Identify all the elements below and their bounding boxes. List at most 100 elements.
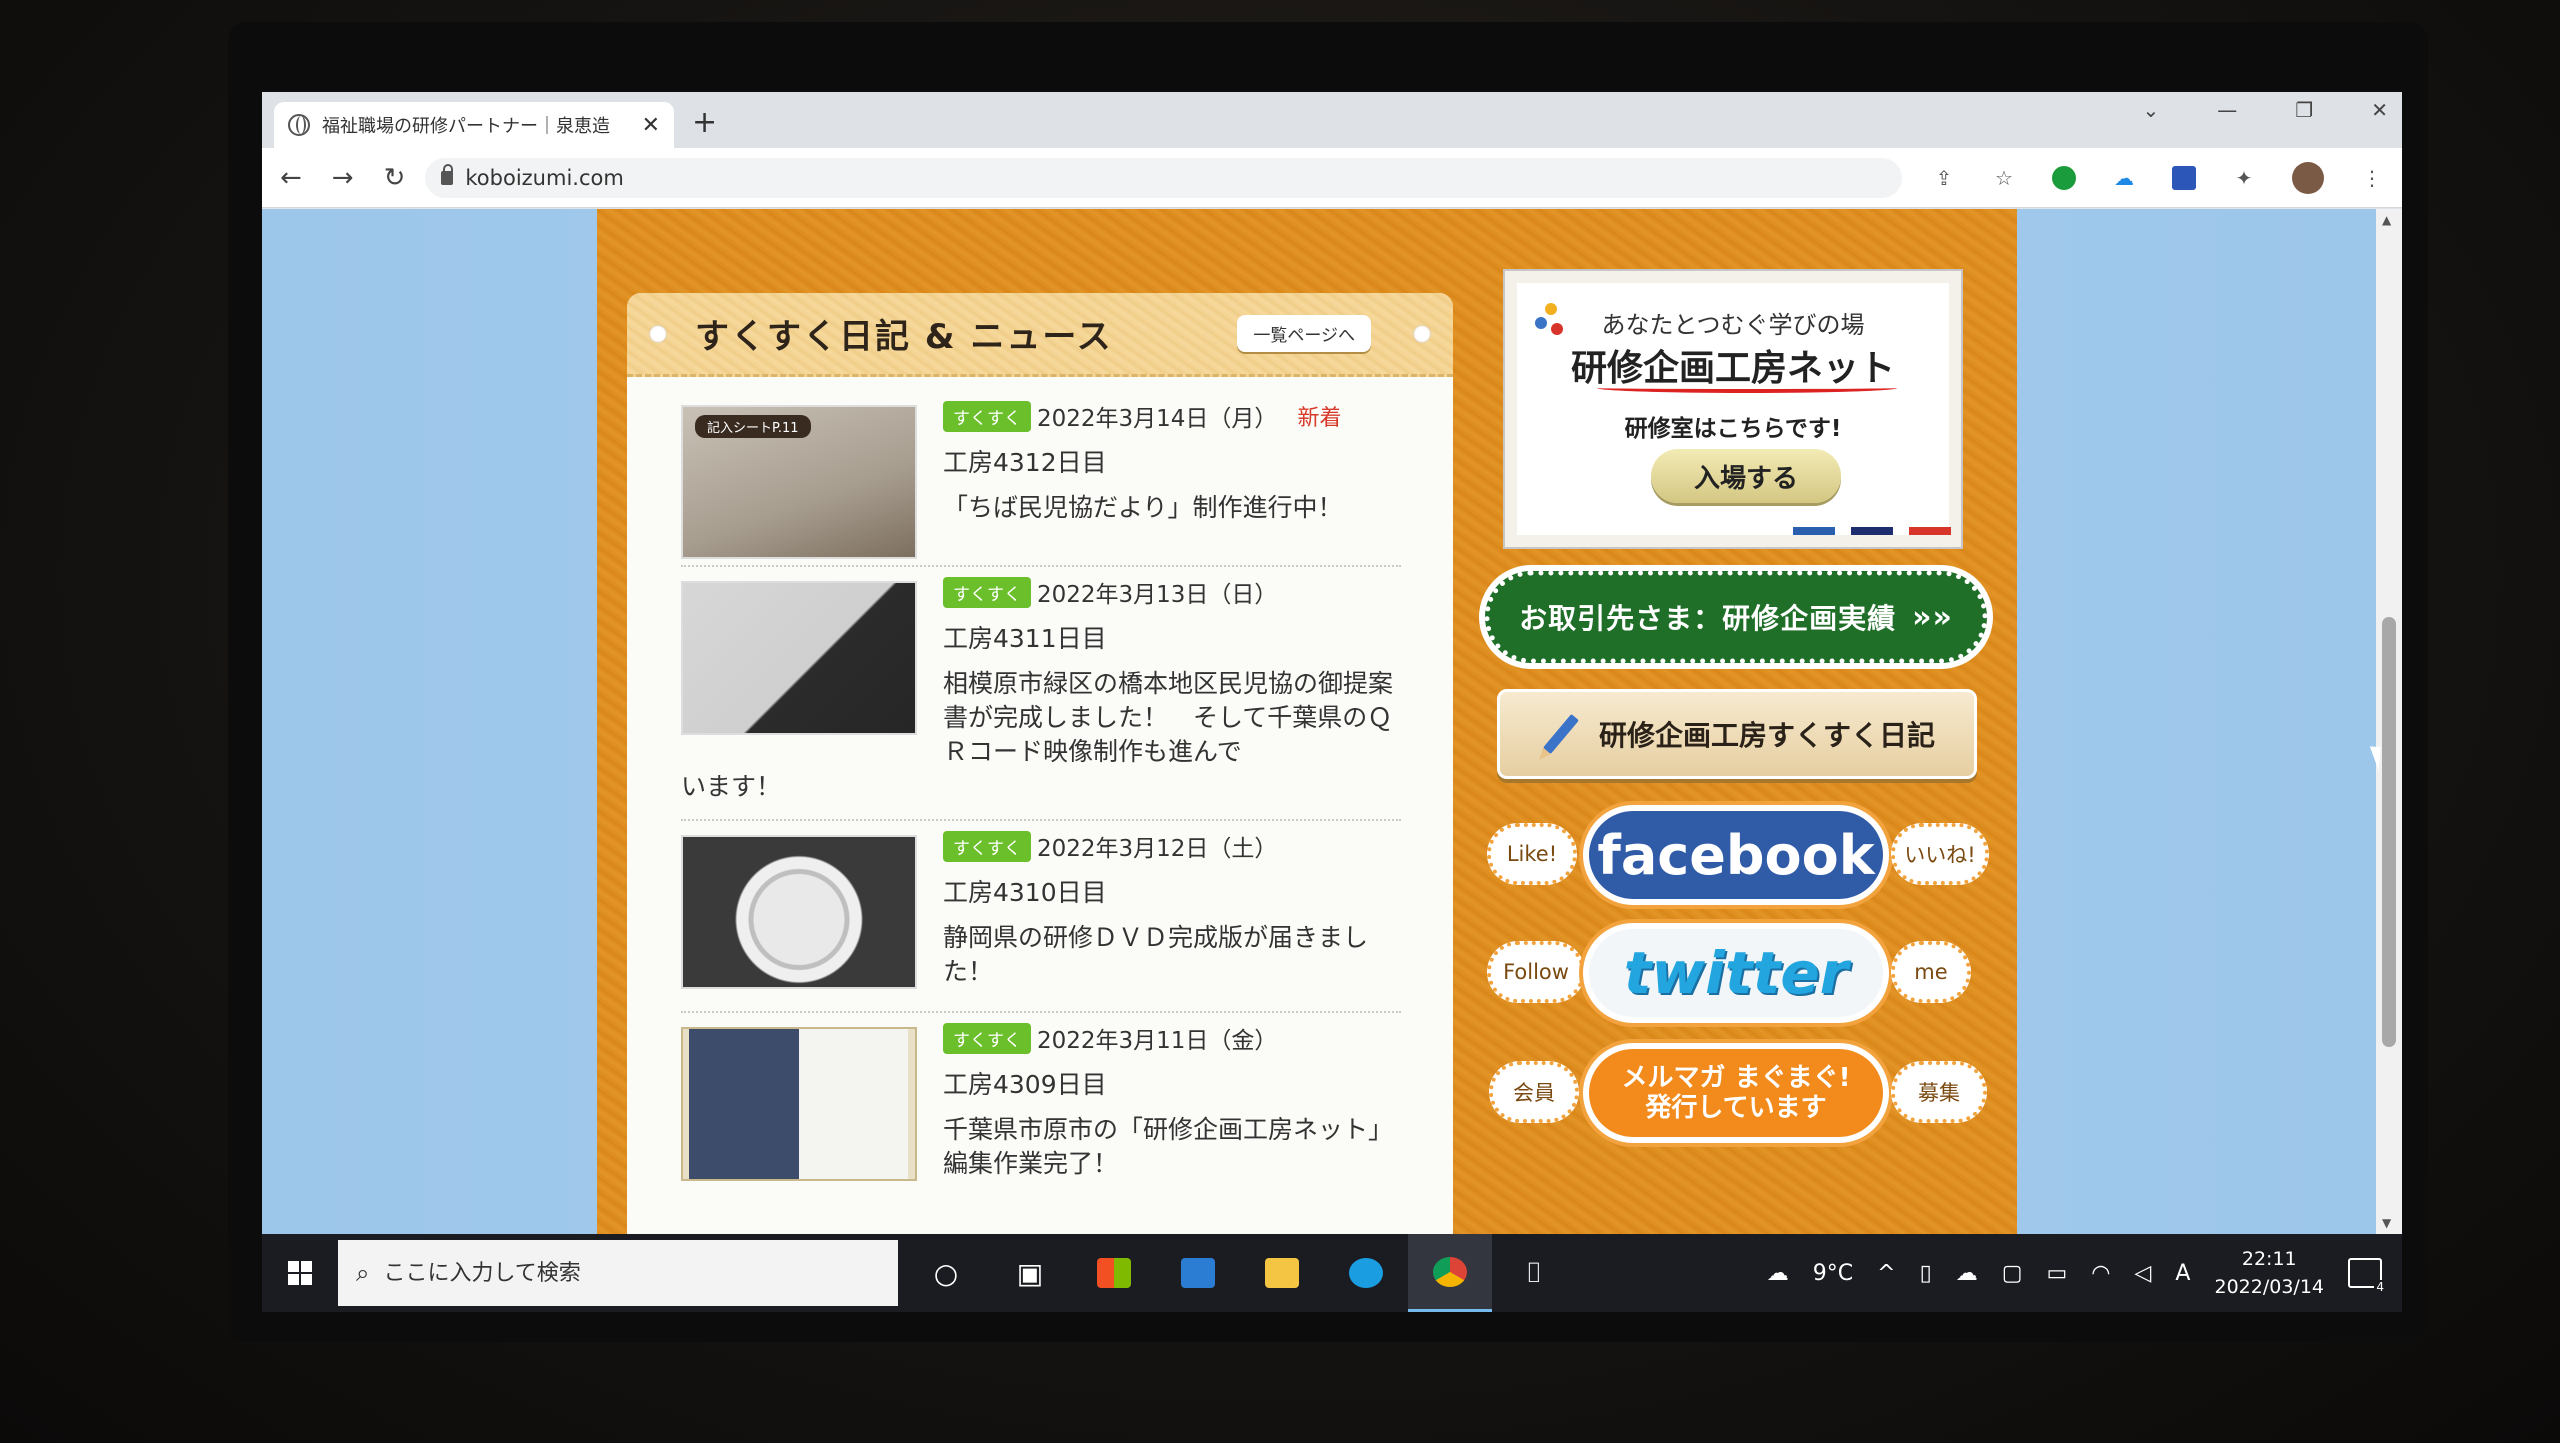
globe-icon	[288, 114, 310, 136]
news-more-button[interactable]: 一覧ページへ	[1237, 315, 1371, 352]
category-badge[interactable]: すくすく	[943, 400, 1031, 432]
news-count-link[interactable]: 工房4312日目	[943, 443, 1107, 479]
news-date: 2022年3月14日（月）	[1037, 406, 1278, 432]
system-tray: ☁ 9°C ^ ▯ ☁ ▢ ▭ ◠ ◁ A 22:11 2022/03/14 4	[1767, 1245, 2402, 1301]
browser-toolbar: ← → ↻ koboizumi.com ⇪ ☆ ☁ ✦ ⋮	[262, 148, 2402, 208]
news-meta: すくすく 2022年3月11日（金）	[943, 1021, 1277, 1055]
tab-search-button[interactable]: ⌄	[2143, 98, 2160, 122]
clock[interactable]: 22:11 2022/03/14	[2214, 1245, 2324, 1301]
close-window-button[interactable]: ✕	[2371, 98, 2388, 122]
new-tab-button[interactable]: +	[692, 105, 717, 140]
scroll-up-icon[interactable]: ▲	[2382, 213, 2391, 227]
mailmag-line2: 発行しています	[1645, 1093, 1827, 1123]
training-room-banner[interactable]: あなたとつむぐ学びの場 研修企画工房ネット 研修室はこちらです! 入場する	[1505, 271, 1961, 547]
windows-logo-icon	[288, 1261, 312, 1285]
edge-icon[interactable]	[1324, 1234, 1408, 1312]
enter-button[interactable]: 入場する	[1651, 449, 1841, 503]
start-button[interactable]	[262, 1234, 338, 1312]
news-item[interactable]: すくすく 2022年3月13日（日） 工房4311日目 相模原市緑区の橋本地区民…	[681, 567, 1401, 821]
minimize-button[interactable]: —	[2217, 98, 2237, 122]
news-thumbnail[interactable]: 記入シートP.11	[681, 405, 917, 559]
reload-icon[interactable]: ↻	[384, 163, 406, 193]
category-badge[interactable]: すくすく	[943, 1022, 1031, 1054]
news-title: すくすく日記 & ニュース	[695, 317, 1113, 357]
news-item[interactable]: すくすく 2022年3月11日（金） 工房4309日目 千葉県市原市の「研修企画…	[681, 1013, 1401, 1213]
browser-tab[interactable]: 福祉職場の研修パートナー｜泉恵造 ✕	[274, 102, 674, 148]
thumbnail-tag: 記入シートP.11	[695, 415, 811, 438]
url-text[interactable]: koboizumi.com	[465, 166, 623, 190]
weather-cloud-icon[interactable]: ☁	[1767, 1261, 1789, 1286]
onedrive-icon[interactable]: ☁	[1956, 1261, 1978, 1286]
battery-icon[interactable]: ▭	[2047, 1261, 2068, 1286]
bookmark-star-icon[interactable]: ☆	[1992, 166, 2016, 190]
tray-app-icon[interactable]: ▯	[1920, 1261, 1932, 1286]
menu-kebab-icon[interactable]: ⋮	[2360, 166, 2384, 190]
follow-bubble: Follow	[1487, 941, 1585, 1003]
wifi-icon[interactable]: ◠	[2091, 1261, 2110, 1286]
clients-button[interactable]: お取引先さま：研修企画実績 »»	[1485, 571, 1987, 663]
news-date: 2022年3月13日（日）	[1037, 582, 1278, 608]
forward-icon[interactable]: →	[332, 163, 354, 193]
screen: 福祉職場の研修パートナー｜泉恵造 ✕ + ⌄ — ❐ ✕ ← → ↻ koboi…	[262, 92, 2402, 1312]
back-icon[interactable]: ←	[280, 163, 302, 193]
notification-icon[interactable]: 4	[2348, 1258, 2386, 1294]
news-item[interactable]: 記入シートP.11 すくすく 2022年3月14日（月） 新着 工房4312日目…	[681, 391, 1401, 567]
news-count-link[interactable]: 工房4311日目	[943, 619, 1107, 655]
file-explorer-icon[interactable]	[1240, 1234, 1324, 1312]
task-view-icon[interactable]: ▣	[988, 1234, 1072, 1312]
ime-indicator[interactable]: A	[2175, 1261, 2190, 1286]
scroll-thumb[interactable]	[2382, 617, 2396, 1047]
lock-icon[interactable]	[441, 163, 454, 185]
tab-strip: 福祉職場の研修パートナー｜泉恵造 ✕ + ⌄ — ❐ ✕	[262, 92, 2402, 148]
news-header: すくすく日記 & ニュース 一覧ページへ	[627, 293, 1453, 377]
decor-dot	[1413, 324, 1431, 343]
tab-close-button[interactable]: ✕	[642, 113, 660, 138]
news-date: 2022年3月11日（金）	[1037, 1028, 1278, 1054]
page-scrollbar[interactable]: ▲ ▼	[2376, 209, 2402, 1234]
tab-title: 福祉職場の研修パートナー｜泉恵造	[322, 116, 610, 137]
notification-count: 4	[2374, 1280, 2386, 1294]
page-viewport: すくすく日記 & ニュース 一覧ページへ 記入シートP.11 すくすく 2022…	[262, 209, 2376, 1234]
twitter-button[interactable]: twitter	[1583, 923, 1889, 1023]
restore-button[interactable]: ❐	[2295, 98, 2313, 122]
category-badge[interactable]: すくすく	[943, 830, 1031, 862]
address-bar[interactable]: koboizumi.com	[425, 157, 1902, 198]
chevron-up-icon[interactable]: ^	[1877, 1261, 1895, 1286]
volume-icon[interactable]: ◁	[2135, 1261, 2152, 1286]
extensions-puzzle-icon[interactable]: ✦	[2232, 166, 2256, 190]
banner-subtitle: あなたとつむぐ学びの場	[1601, 311, 1865, 339]
new-label: 新着	[1297, 406, 1342, 431]
profile-avatar[interactable]	[2292, 161, 2324, 194]
news-description: 静岡県の研修ＤＶＤ完成版が届きました！	[943, 923, 1369, 986]
mailmag-button[interactable]: メルマガ まぐまぐ! 発行しています	[1583, 1043, 1889, 1143]
extension-blue-icon[interactable]	[2172, 165, 2196, 190]
news-item[interactable]: すくすく 2022年3月12日（土） 工房4310日目 静岡県の研修ＤＶＤ完成版…	[681, 821, 1401, 1013]
news-thumbnail[interactable]	[681, 1027, 917, 1181]
decor-dot	[649, 324, 667, 343]
cortana-icon[interactable]: ○	[904, 1234, 988, 1312]
chrome-icon[interactable]	[1408, 1234, 1492, 1312]
diary-button[interactable]: 研修企画工房すくすく日記	[1497, 689, 1977, 779]
mail-icon[interactable]	[1156, 1234, 1240, 1312]
news-count-link[interactable]: 工房4310日目	[943, 873, 1107, 909]
share-icon[interactable]: ⇪	[1932, 166, 1956, 190]
scroll-down-icon[interactable]: ▼	[2382, 1216, 2391, 1230]
news-thumbnail[interactable]	[681, 835, 917, 989]
mailmag-row: 会員 メルマガ まぐまぐ! 発行しています 募集	[1479, 1039, 1999, 1149]
news-thumbnail[interactable]	[681, 581, 917, 735]
extension-cloud-icon[interactable]: ☁	[2112, 166, 2136, 190]
twitter-row: Follow twitter me	[1479, 919, 1999, 1029]
weather-temp[interactable]: 9°C	[1813, 1261, 1853, 1286]
news-count-link[interactable]: 工房4309日目	[943, 1065, 1107, 1101]
taskbar-search-input[interactable]	[383, 1260, 864, 1286]
tray-monitor-icon[interactable]: ▢	[2002, 1261, 2023, 1286]
taskbar-search[interactable]: ⌕	[338, 1240, 898, 1306]
store-icon[interactable]	[1072, 1234, 1156, 1312]
facebook-button[interactable]: facebook	[1583, 805, 1889, 905]
news-meta: すくすく 2022年3月12日（土）	[943, 829, 1277, 863]
news-description-overflow: います！	[681, 772, 782, 801]
category-badge[interactable]: すくすく	[943, 576, 1031, 608]
camera-icon[interactable]: ⌷	[1492, 1234, 1576, 1312]
extension-green-icon[interactable]	[2052, 165, 2076, 190]
news-list: 記入シートP.11 すくすく 2022年3月14日（月） 新着 工房4312日目…	[681, 391, 1401, 1213]
